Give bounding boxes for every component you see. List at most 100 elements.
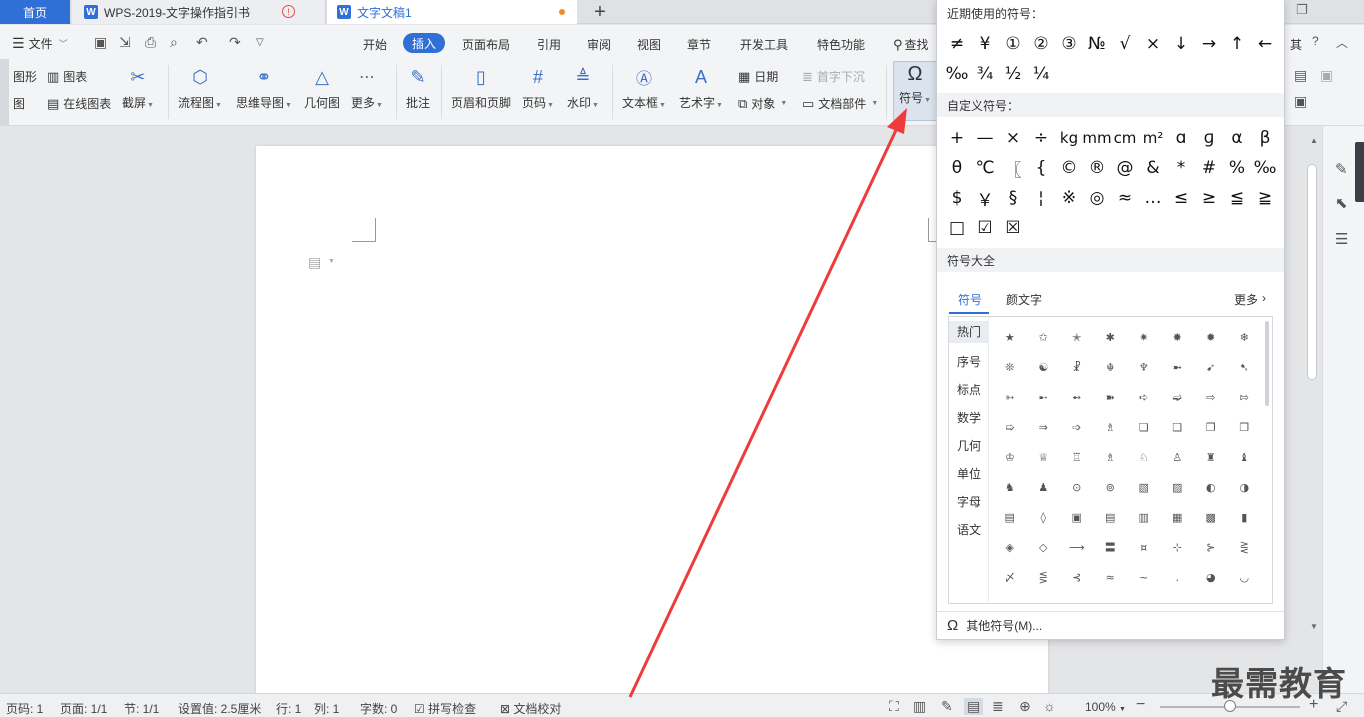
symbol-cell[interactable]: ▤ [993,502,1027,532]
symbol-cell[interactable]: ℃ [971,153,999,183]
symbol-cell[interactable]: ▩ [1194,502,1228,532]
symbol-button[interactable]: Ω 符号▼ [893,61,937,121]
symbol-cell[interactable]: ➷ [1228,352,1262,382]
more-button[interactable]: ⋯ 更多▼ [351,65,383,111]
symbol-cell[interactable]: ➪ [1127,382,1161,412]
symbol-cell[interactable]: @ [1111,153,1139,183]
symbol-cell[interactable]: № [1083,29,1111,59]
symbol-cell[interactable]: ♙ [1161,442,1195,472]
symbol-cell[interactable]: ▮ [1228,502,1262,532]
symbol-cell[interactable]: ❄ [1228,322,1262,352]
paragraph-options-icon[interactable]: ▤ [308,254,321,271]
undo-icon[interactable]: ↶ [196,34,208,51]
symbol-cell[interactable]: 〓 [1094,532,1128,562]
symbol-cell[interactable]: mm [1082,123,1111,153]
watermark-button[interactable]: ≜ 水印▼ [567,65,599,111]
doc-parts-button[interactable]: ▭ 文档部件 ▼ [802,95,878,112]
symbol-cell[interactable]: ☯ [1027,352,1061,382]
symbol-cell[interactable]: ③ [1055,29,1083,59]
edit-icon[interactable]: ✎ [1335,160,1348,178]
tab-view[interactable]: 视图 [637,36,661,53]
symbol-cell[interactable]: ≈ [1111,183,1139,213]
symbol-cell[interactable]: ɑ [1167,123,1195,153]
status-setting[interactable]: 设置值: 2.5厘米 [178,700,261,717]
tab-start[interactable]: 开始 [363,36,387,53]
symbol-cell[interactable]: ⋚ [1027,562,1061,592]
customize-icon[interactable]: ▽ [256,37,264,48]
symbol-cell[interactable]: ≥ [1195,183,1223,213]
symbol-cell[interactable]: … [1139,183,1167,213]
symbol-cell[interactable]: ◇ [1027,532,1061,562]
category-geometry[interactable]: 几何 [949,437,989,454]
symbol-cell[interactable]: ❐ [1228,412,1262,442]
symbol-cell[interactable]: ‰ [943,59,971,89]
tab-chapter[interactable]: 章节 [687,36,711,53]
write-mode-icon[interactable]: ✎ [941,698,953,715]
symbol-cell[interactable]: ɡ [1195,123,1223,153]
symbol-cell[interactable]: ➫ [1161,382,1195,412]
symbol-cell[interactable]: ➸ [1027,382,1061,412]
symbol-cell[interactable]: ⊱ [1194,532,1228,562]
symbol-cell[interactable]: + [943,123,971,153]
other-symbols-button[interactable]: Ω 其他符号(M)... [947,617,1042,634]
symbol-cell[interactable]: ✷ [1127,322,1161,352]
document-page[interactable]: ▤ ▼ [256,146,1048,694]
symbol-cell[interactable]: ※ [1055,183,1083,213]
tab-symbols[interactable]: 符号 [958,291,982,308]
zoom-level[interactable]: 100% ▼ [1085,700,1126,714]
category-punctuation[interactable]: 标点 [949,381,989,398]
symbol-cell[interactable]: ⇰ [1228,382,1262,412]
scrollbar-thumb[interactable] [1307,164,1317,380]
symbol-cell[interactable]: ♗ [1094,442,1128,472]
tab-document-guide[interactable]: W WPS-2019-文字操作指引书 ! [72,0,326,24]
geometry-button[interactable]: △ 几何图 [304,65,340,111]
symbol-cell[interactable]: ® [1083,153,1111,183]
read-mode-icon[interactable]: ▥ [913,698,926,715]
symbol-cell[interactable]: 〖 [999,153,1027,183]
symbol-cell[interactable]: ♕ [1027,442,1061,472]
symbol-cell[interactable]: ♝ [1228,442,1262,472]
symbol-cell[interactable]: ≦ [1223,183,1251,213]
symbol-cell[interactable]: ☒ [999,213,1027,243]
symbol-cell[interactable]: ¾ [971,59,999,89]
symbol-cell[interactable]: β [1251,123,1279,153]
symbol-cell[interactable]: ♟ [1027,472,1061,502]
symbol-cell[interactable]: ➯ [993,412,1027,442]
search-button[interactable]: ⚲ 查找 [893,36,929,53]
symbol-cell[interactable]: ➩ [1060,412,1094,442]
symbol-cell[interactable]: ↓ [1167,29,1195,59]
symbol-cell[interactable]: ◈ [993,532,1027,562]
symbol-cell[interactable]: ⊰ [1060,562,1094,592]
symbol-cell[interactable]: ◑ [1228,472,1262,502]
flowchart-button[interactable]: ⬡ 流程图▼ [178,65,222,111]
symbol-cell[interactable]: . [1161,562,1195,592]
tab-current-document[interactable]: W 文字文稿1 [327,0,577,24]
symbol-cell[interactable]: ★ [993,322,1027,352]
wordart-button[interactable]: A 艺术字▼ [679,65,723,111]
symbol-cell[interactable]: ♆ [1127,352,1161,382]
restore-window-icon[interactable]: ❐ [1296,2,1308,18]
chart-button[interactable]: ▥ 图表 [47,68,87,85]
symbol-cell[interactable]: ◕ [1194,562,1228,592]
symbol-cell[interactable]: ÷ [1027,123,1055,153]
page-view-icon[interactable]: ▤ [964,698,984,715]
symbol-cell[interactable]: ② [1027,29,1055,59]
export-icon[interactable]: ⇲ [119,34,131,51]
symbol-cell[interactable]: ➼ [1161,352,1195,382]
symbol-cell[interactable]: ≧ [1251,183,1279,213]
settings-sliders-icon[interactable]: ☰ [1335,230,1348,248]
symbol-cell[interactable]: ¦ [1027,183,1055,213]
symbol-cell[interactable]: ⋛ [1228,532,1262,562]
tab-page-layout[interactable]: 页面布局 [462,36,510,53]
table-icon[interactable]: ▤ [1294,67,1307,84]
picture-button[interactable]: 图 [13,95,25,112]
fullscreen-icon[interactable]: ⛶ [889,698,899,715]
more-symbols-link[interactable]: 更多 › [1234,291,1266,308]
symbol-cell[interactable]: © [1055,153,1083,183]
symbol-cell[interactable]: * [1167,153,1195,183]
symbol-cell[interactable]: ➽ [1094,382,1128,412]
symbol-cell[interactable]: ≈ [1094,562,1128,592]
symbol-cell[interactable]: ➹ [1194,352,1228,382]
category-chinese[interactable]: 语文 [949,521,989,538]
symbol-cell[interactable]: ▤ [1094,502,1128,532]
